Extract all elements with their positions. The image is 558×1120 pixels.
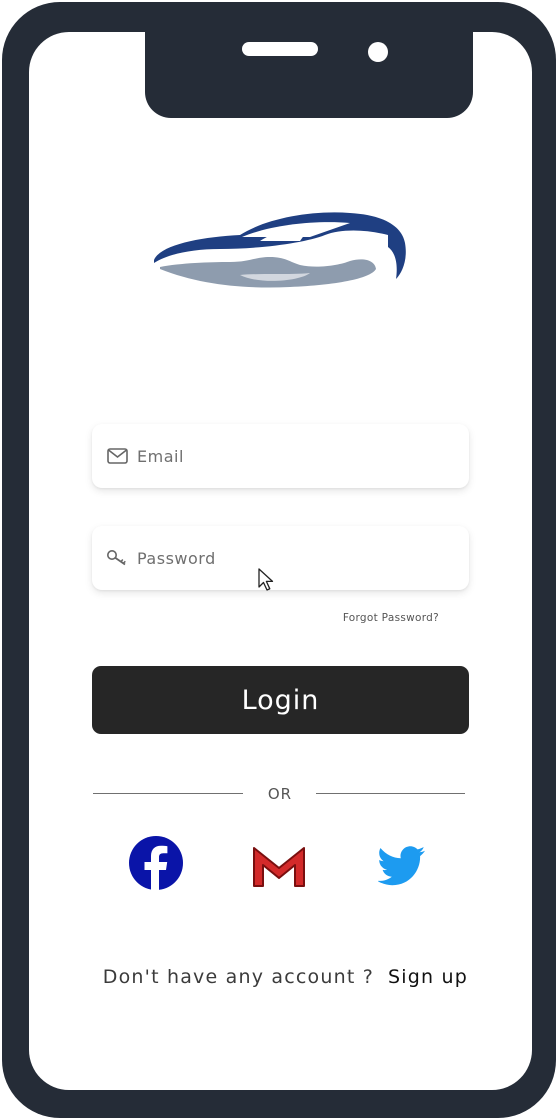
gmail-icon[interactable] — [250, 843, 308, 889]
login-button[interactable]: Login — [92, 666, 469, 734]
divider-line-left — [93, 793, 243, 794]
signup-link[interactable]: Sign up — [388, 966, 468, 988]
or-divider-text: OR — [267, 785, 293, 803]
car-logo — [154, 212, 406, 288]
mail-icon — [106, 445, 128, 467]
signup-prompt-text: Don't have any account ? — [102, 966, 375, 988]
signup-row: Don't have any account ? Sign up — [103, 966, 468, 988]
mouse-cursor-icon — [258, 568, 274, 591]
forgot-password-link[interactable]: Forgot Password? — [343, 612, 439, 624]
email-field[interactable] — [92, 424, 469, 488]
speaker-grille — [242, 42, 318, 56]
facebook-icon[interactable] — [128, 835, 184, 891]
password-field[interactable] — [92, 526, 469, 590]
email-input[interactable] — [137, 446, 437, 466]
password-input[interactable] — [137, 548, 437, 568]
twitter-icon[interactable] — [378, 846, 426, 886]
key-icon — [106, 547, 128, 569]
front-camera — [368, 42, 388, 62]
divider-line-right — [316, 793, 465, 794]
